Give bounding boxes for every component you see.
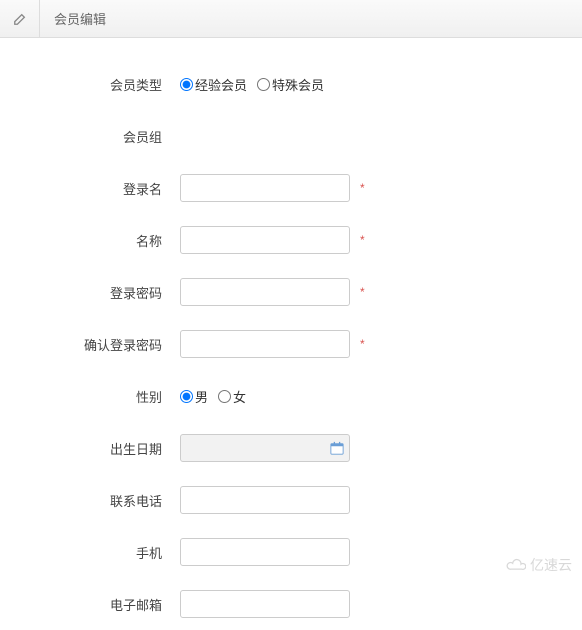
radio-input-female[interactable] [218,390,231,403]
page-title: 会员编辑 [40,9,106,28]
login-name-input[interactable] [180,174,350,202]
radio-label-exp: 经验会员 [195,75,247,94]
birth-date-input[interactable] [180,434,350,462]
label-member-group: 会员组 [0,127,180,146]
watermark: 亿速云 [506,555,572,575]
required-mark: * [360,233,365,247]
radio-member-type-exp[interactable]: 经验会员 [180,75,247,94]
cloud-icon [506,558,526,572]
radio-input-exp[interactable] [180,78,193,91]
confirm-password-control: * [180,330,365,358]
name-control: * [180,226,365,254]
edit-icon-cell[interactable] [0,0,40,38]
radio-label-male: 男 [195,387,208,406]
row-member-group: 会员组 [0,110,582,162]
label-member-type: 会员类型 [0,75,180,94]
phone-input[interactable] [180,486,350,514]
row-email: 电子邮箱 [0,578,582,630]
gender-radios: 男 女 [180,387,252,406]
label-birth-date: 出生日期 [0,439,180,458]
required-mark: * [360,337,365,351]
label-mobile: 手机 [0,543,180,562]
radio-member-type-special[interactable]: 特殊会员 [257,75,324,94]
radio-gender-female[interactable]: 女 [218,387,246,406]
row-mobile: 手机 [0,526,582,578]
row-phone: 联系电话 [0,474,582,526]
login-name-control: * [180,174,365,202]
row-confirm-password: 确认登录密码 * [0,318,582,370]
mobile-input[interactable] [180,538,350,566]
member-type-radios: 经验会员 特殊会员 [180,75,330,94]
radio-label-special: 特殊会员 [272,75,324,94]
mobile-control [180,538,350,566]
row-member-type: 会员类型 经验会员 特殊会员 [0,58,582,110]
password-control: * [180,278,365,306]
row-gender: 性别 男 女 [0,370,582,422]
date-wrapper [180,434,350,462]
label-phone: 联系电话 [0,491,180,510]
radio-input-male[interactable] [180,390,193,403]
birth-date-control [180,434,350,462]
confirm-password-input[interactable] [180,330,350,358]
header-bar: 会员编辑 [0,0,582,38]
password-input[interactable] [180,278,350,306]
member-edit-form: 会员类型 经验会员 特殊会员 会员组 登录名 * 名称 * 登录密 [0,38,582,630]
label-password: 登录密码 [0,283,180,302]
phone-control [180,486,350,514]
radio-gender-male[interactable]: 男 [180,387,208,406]
watermark-text: 亿速云 [530,555,572,575]
row-login-name: 登录名 * [0,162,582,214]
required-mark: * [360,285,365,299]
label-confirm-password: 确认登录密码 [0,335,180,354]
label-email: 电子邮箱 [0,595,180,614]
label-gender: 性别 [0,387,180,406]
radio-label-female: 女 [233,387,246,406]
label-login-name: 登录名 [0,179,180,198]
row-birth-date: 出生日期 [0,422,582,474]
required-mark: * [360,181,365,195]
radio-input-special[interactable] [257,78,270,91]
row-password: 登录密码 * [0,266,582,318]
name-input[interactable] [180,226,350,254]
row-name: 名称 * [0,214,582,266]
email-input[interactable] [180,590,350,618]
email-control [180,590,350,618]
label-name: 名称 [0,231,180,250]
edit-icon [13,12,27,26]
